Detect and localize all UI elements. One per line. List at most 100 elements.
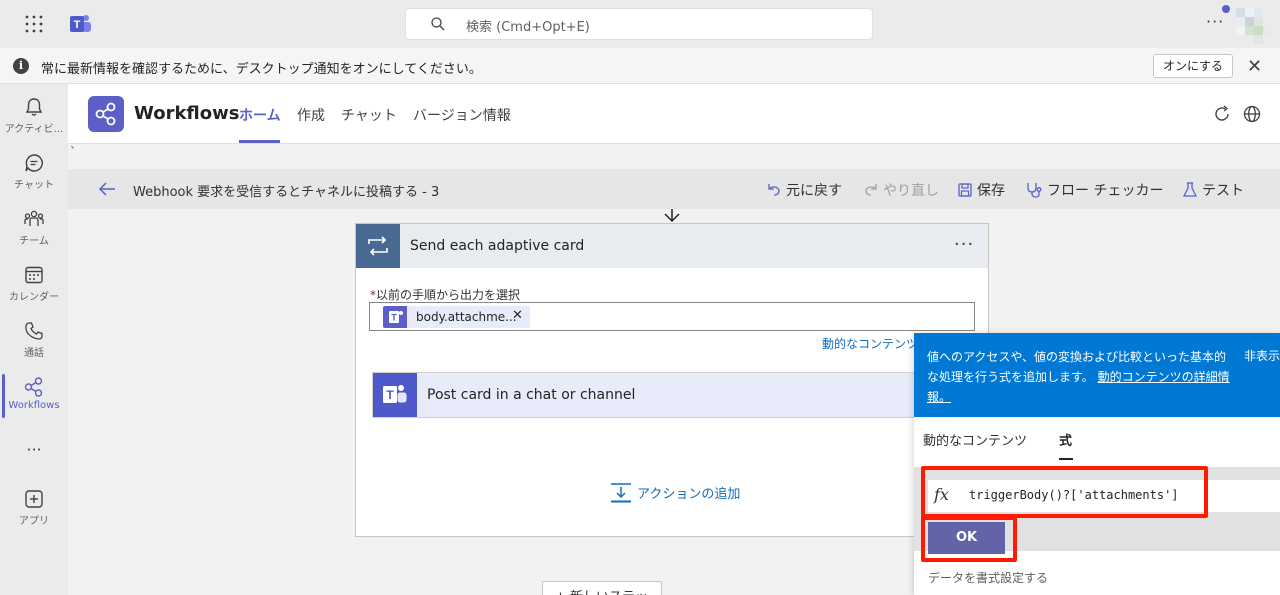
- add-action-icon: [611, 483, 631, 503]
- top-bar: T 検索 (Cmd+Opt+E) ···: [0, 0, 1280, 48]
- flow-checker-button[interactable]: フロー チェッカー: [1025, 180, 1163, 200]
- globe-icon[interactable]: [1242, 104, 1262, 124]
- rail-item-workflows[interactable]: Workflows: [0, 368, 68, 424]
- notification-bar: i 常に最新情報を確認するために、デスクトップ通知をオンにしてください。 オンに…: [0, 48, 1280, 84]
- loop-icon-tile: [356, 224, 400, 268]
- test-label: テスト: [1202, 183, 1244, 199]
- stray-character: `: [70, 145, 76, 159]
- more-icon: ···: [26, 440, 42, 459]
- select-output-field[interactable]: T body.attachme... ✕: [369, 302, 975, 331]
- svg-text:T: T: [391, 313, 397, 323]
- workflows-icon: [24, 377, 43, 397]
- rail-item-more[interactable]: ···: [0, 434, 68, 468]
- rail-item-apps[interactable]: アプリ: [0, 480, 68, 536]
- format-data-link[interactable]: データを書式設定する: [928, 569, 1048, 586]
- calendar-icon: [25, 266, 43, 284]
- rail-item-calls[interactable]: 通話: [0, 312, 68, 368]
- loop-card-title: Send each adaptive card: [410, 238, 585, 254]
- add-action-button[interactable]: アクションの追加: [611, 483, 740, 503]
- info-icon: i: [13, 58, 29, 74]
- teams-action-icon-tile: T: [373, 373, 417, 417]
- post-card-action[interactable]: T Post card in a chat or channel: [372, 372, 932, 418]
- loop-icon: [368, 236, 388, 256]
- turn-on-notifications-button[interactable]: オンにする: [1153, 54, 1233, 78]
- rail-label: アプリ: [19, 516, 49, 527]
- back-arrow-icon[interactable]: [98, 181, 116, 197]
- teams-icon: T: [383, 385, 407, 403]
- presence-dot: [1222, 5, 1230, 13]
- rail-item-activity[interactable]: アクティビ...: [0, 88, 68, 144]
- expression-info-text: 値へのアクセスや、値の変換および比較といった基本的な処理を行う式を追加します。 …: [927, 347, 1231, 407]
- ok-button[interactable]: OK: [928, 522, 1005, 554]
- more-options-icon[interactable]: ···: [1206, 12, 1224, 31]
- tab-home[interactable]: ホーム: [239, 105, 281, 125]
- flow-title: Webhook 要求を受信するとチャネルに投稿する - 3: [133, 185, 440, 200]
- new-step-button[interactable]: + 新しいステッ: [542, 581, 662, 595]
- workflows-logo: [88, 96, 124, 132]
- loop-more-icon[interactable]: ···: [954, 234, 974, 255]
- rail-item-teams[interactable]: チーム: [0, 200, 68, 256]
- rail-label: カレンダー: [9, 292, 59, 303]
- tab-chat[interactable]: チャット: [341, 105, 397, 125]
- flask-icon: [1182, 182, 1198, 197]
- save-label: 保存: [977, 183, 1005, 199]
- save-button[interactable]: 保存: [957, 180, 1005, 200]
- undo-icon: [768, 184, 780, 196]
- loop-card-header[interactable]: Send each adaptive card ···: [356, 224, 988, 268]
- expression-value: triggerBody()?['attachments']: [969, 488, 1179, 502]
- add-action-label: アクションの追加: [637, 487, 741, 502]
- undo-button[interactable]: 元に戻す: [766, 180, 842, 200]
- expression-editor-area: fx triggerBody()?['attachments'] OK: [914, 467, 1280, 554]
- rail-item-chat[interactable]: チャット: [0, 144, 68, 200]
- hide-button[interactable]: 非表示: [1244, 347, 1280, 364]
- refresh-icon[interactable]: [1212, 104, 1232, 124]
- avatar[interactable]: [1236, 8, 1272, 44]
- flow-designer: ` Webhook 要求を受信するとチャネルに投稿する - 3 元に戻す やり直…: [68, 145, 1280, 595]
- expression-panel: 値へのアクセスや、値の変換および比較といった基本的な処理を行う式を追加します。 …: [914, 333, 1280, 595]
- token-remove-icon[interactable]: ✕: [512, 308, 523, 323]
- rail-label: アクティビ...: [4, 124, 64, 135]
- undo-label: 元に戻す: [786, 183, 842, 199]
- tab-dynamic-content[interactable]: 動的なコンテンツ: [923, 430, 1027, 449]
- expression-input[interactable]: fx triggerBody()?['attachments']: [928, 480, 1280, 512]
- left-rail: アクティビ... チャット チーム カレンダー 通話 Workflows ···…: [0, 84, 68, 595]
- workflows-icon: [95, 102, 116, 126]
- post-card-title: Post card in a chat or channel: [427, 387, 636, 403]
- phone-icon: [25, 322, 43, 340]
- active-tab-indicator: [239, 140, 280, 143]
- tab-create[interactable]: 作成: [297, 105, 325, 125]
- expression-info-banner: 値へのアクセスや、値の変換および比較といった基本的な処理を行う式を追加します。 …: [914, 333, 1280, 417]
- dynamic-token[interactable]: T body.attachme... ✕: [383, 306, 530, 328]
- app-header: Workflows ホーム 作成 チャット バージョン情報: [68, 84, 1280, 144]
- teams-token-icon: T: [383, 306, 407, 328]
- svg-text:T: T: [386, 388, 394, 402]
- flow-checker-label: フロー チェッカー: [1047, 183, 1164, 199]
- search-icon: [431, 17, 445, 31]
- app-launcher-icon[interactable]: [24, 14, 44, 34]
- apps-icon: [25, 490, 43, 508]
- rail-label: Workflows: [8, 400, 60, 411]
- fx-icon: fx: [934, 485, 949, 504]
- search-box[interactable]: 検索 (Cmd+Opt+E): [405, 8, 873, 40]
- stethoscope-icon: [1027, 183, 1042, 198]
- active-tab-indicator: [1059, 458, 1073, 460]
- redo-button[interactable]: やり直し: [863, 180, 939, 200]
- tab-expression[interactable]: 式: [1059, 430, 1072, 449]
- dynamic-content-link[interactable]: 動的なコンテンツ: [822, 335, 918, 352]
- select-output-label-text: 以前の手順から出力を選択: [376, 288, 521, 302]
- bell-icon: [25, 98, 43, 116]
- rail-item-calendar[interactable]: カレンダー: [0, 256, 68, 312]
- select-output-label: *以前の手順から出力を選択: [370, 286, 520, 303]
- connector-arrow-icon: [664, 209, 680, 223]
- redo-label: やり直し: [883, 183, 939, 199]
- teams-logo-icon: T: [70, 15, 91, 32]
- app-title: Workflows: [134, 103, 240, 124]
- test-button[interactable]: テスト: [1182, 180, 1244, 200]
- token-label: body.attachme...: [416, 310, 517, 324]
- tab-about[interactable]: バージョン情報: [413, 105, 511, 125]
- close-icon[interactable]: ✕: [1247, 56, 1262, 77]
- teams-icon: [24, 210, 44, 226]
- rail-label: チーム: [19, 236, 49, 247]
- command-bar: Webhook 要求を受信するとチャネルに投稿する - 3 元に戻す やり直し …: [68, 169, 1280, 209]
- save-icon: [958, 183, 972, 197]
